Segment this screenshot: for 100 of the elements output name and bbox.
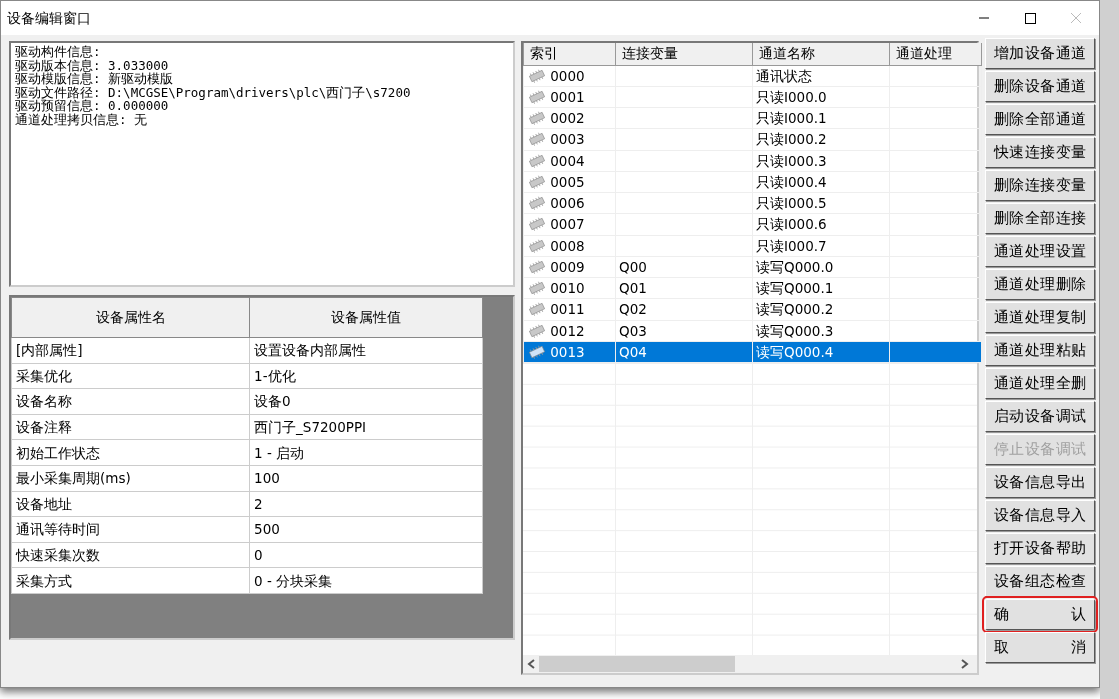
property-name: 采集方式 <box>11 567 250 594</box>
chip-icon <box>527 280 547 297</box>
channel-row[interactable]: 0012 Q03 读写Q000.3 <box>523 320 982 342</box>
action-button[interactable]: 设备组态检查 <box>985 566 1095 597</box>
info-line: 驱动预留信息: 0.000000 <box>15 99 169 113</box>
channel-name: 只读I000.5 <box>756 195 827 211</box>
column-header[interactable]: 通道名称 <box>752 43 890 65</box>
chip-icon <box>527 152 547 169</box>
property-name: 最小采集周期(ms) <box>11 465 250 492</box>
column-header[interactable]: 连接变量 <box>615 43 753 65</box>
connected-variable: Q04 <box>619 343 647 360</box>
action-button[interactable]: 通道处理全删 <box>985 368 1095 399</box>
chip-icon <box>527 343 547 360</box>
chip-icon <box>527 173 547 190</box>
property-value[interactable]: 2 <box>249 491 483 517</box>
action-button[interactable]: 启动设备调试 <box>985 401 1095 432</box>
channel-row[interactable]: 0013 Q04 读写Q000.4 <box>523 341 982 363</box>
column-header[interactable]: 通道处理 <box>889 43 982 65</box>
connected-variable: Q00 <box>619 258 647 275</box>
channel-index: 0010 <box>550 279 585 298</box>
property-value[interactable]: 西门子_S7200PPI <box>249 414 483 440</box>
channel-index: 0001 <box>550 87 585 107</box>
property-value[interactable]: 0 - 分块采集 <box>249 567 483 594</box>
property-name: 通讯等待时间 <box>11 516 250 543</box>
property-value[interactable]: 500 <box>249 516 483 543</box>
action-button[interactable]: 快速连接变量 <box>985 137 1095 168</box>
property-value[interactable]: 设置设备内部属性 <box>249 337 483 364</box>
channel-row[interactable]: 0009 Q00 读写Q000.0 <box>523 256 982 278</box>
info-line: 驱动模版信息: 新驱动模版 <box>15 72 175 86</box>
column-header: 设备属性值 <box>249 297 483 338</box>
chip-icon <box>527 195 547 212</box>
property-value[interactable]: 1 - 启动 <box>249 439 483 466</box>
connected-variable: Q02 <box>619 301 647 318</box>
action-button[interactable]: 打开设备帮助 <box>985 533 1095 564</box>
column-header: 设备属性名 <box>11 297 250 338</box>
property-value[interactable]: 100 <box>249 465 483 492</box>
action-button[interactable]: 取 消 <box>985 632 1095 663</box>
property-name: 快速采集次数 <box>11 542 250 568</box>
channel-name: 只读I000.2 <box>756 131 827 148</box>
action-button[interactable]: 通道处理复制 <box>985 302 1095 333</box>
info-line: 通道处理拷贝信息: 无 <box>15 112 149 126</box>
chip-icon <box>527 67 547 84</box>
info-line: 驱动文件路径: D:\MCGSE\Program\drivers\plc\西门子\s7200 <box>15 85 412 99</box>
chip-icon <box>527 131 547 148</box>
action-button[interactable]: 删除连接变量 <box>985 170 1095 201</box>
channel-name: 只读I000.6 <box>756 216 827 233</box>
channel-index: 0002 <box>550 109 585 128</box>
property-name: 采集优化 <box>11 363 250 389</box>
channel-row[interactable]: 0002 只读I000.1 <box>523 107 982 129</box>
channel-name: 只读I000.7 <box>756 237 827 254</box>
maximize-icon[interactable] <box>1024 12 1036 24</box>
channel-index: 0008 <box>550 236 585 256</box>
connected-variable: Q03 <box>619 322 647 339</box>
channel-row[interactable]: 0007 只读I000.6 <box>523 213 982 235</box>
channel-index: 0009 <box>550 257 585 277</box>
window-title: 设备编辑窗口 <box>7 8 92 28</box>
property-name: 设备注释 <box>11 414 250 440</box>
channel-index: 0000 <box>550 66 585 86</box>
channel-row[interactable]: 0003 只读I000.2 <box>523 128 982 150</box>
channel-name: 读写Q000.0 <box>756 258 834 275</box>
channel-name: 通讯状态 <box>756 67 812 84</box>
action-button[interactable]: 通道处理删除 <box>985 269 1095 300</box>
channel-row[interactable]: 0000 通讯状态 <box>523 65 982 87</box>
scroll-left-icon[interactable] <box>527 659 537 669</box>
channel-name: 读写Q000.3 <box>756 322 834 339</box>
action-button[interactable]: 删除设备通道 <box>985 71 1095 102</box>
channel-index: 0011 <box>550 300 585 320</box>
chip-icon <box>527 88 547 105</box>
channel-row[interactable]: 0004 只读I000.3 <box>523 150 982 172</box>
action-button[interactable]: 确 认 <box>985 599 1095 630</box>
channel-index: 0012 <box>550 321 585 341</box>
channel-name: 读写Q000.2 <box>756 301 834 318</box>
action-button[interactable]: 设备信息导入 <box>985 500 1095 531</box>
action-button[interactable]: 设备信息导出 <box>985 467 1095 498</box>
chip-icon <box>527 110 547 127</box>
scrollbar-thumb[interactable] <box>539 656 735 672</box>
property-value[interactable]: 设备0 <box>249 388 483 415</box>
action-button[interactable]: 增加设备通道 <box>985 38 1095 69</box>
channel-row[interactable]: 0005 只读I000.4 <box>523 171 982 193</box>
scroll-right-icon[interactable] <box>959 659 969 669</box>
channel-row[interactable]: 0008 只读I000.7 <box>523 235 982 257</box>
property-value[interactable]: 0 <box>249 542 483 568</box>
action-button[interactable]: 删除全部连接 <box>985 203 1095 234</box>
property-value[interactable]: 1-优化 <box>249 363 483 389</box>
channel-name: 读写Q000.1 <box>756 280 834 296</box>
column-header[interactable]: 索引 <box>523 43 616 65</box>
channel-row[interactable]: 0006 只读I000.5 <box>523 192 982 214</box>
connected-variable: Q01 <box>619 280 647 296</box>
channel-row[interactable]: 0010 Q01 读写Q000.1 <box>523 277 982 299</box>
channel-index: 0004 <box>550 151 585 171</box>
chip-icon <box>527 237 547 254</box>
property-name: 设备名称 <box>11 388 250 415</box>
channel-row[interactable]: 0011 Q02 读写Q000.2 <box>523 298 982 320</box>
channel-name: 只读I000.0 <box>756 88 827 105</box>
action-button[interactable]: 通道处理粘贴 <box>985 335 1095 366</box>
channel-name: 只读I000.3 <box>756 152 827 169</box>
channel-row[interactable]: 0001 只读I000.0 <box>523 86 982 108</box>
action-button[interactable]: 通道处理设置 <box>985 236 1095 267</box>
action-button[interactable]: 删除全部通道 <box>985 104 1095 135</box>
channel-index: 0003 <box>550 130 585 150</box>
